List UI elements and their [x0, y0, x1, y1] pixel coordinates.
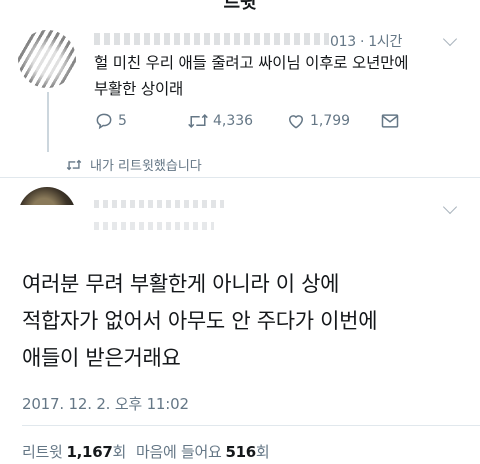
retweet-stat-count[interactable]: 1,167 [67, 443, 113, 461]
like-stat-label[interactable]: 마음에 들어요 [136, 441, 222, 462]
retweet-stat-unit: 회 [112, 443, 126, 461]
retweet-button[interactable]: 4,336 [187, 110, 253, 132]
divider [0, 177, 480, 178]
chevron-down-icon[interactable] [442, 31, 458, 47]
retweet-stat-label[interactable]: 리트윗 [22, 441, 63, 462]
page-title: 트윗 [223, 0, 257, 13]
retweet-notice: 내가 리트윗했습니다 [66, 155, 202, 174]
tweet-text-line: 애들이 받은거래요 [22, 346, 181, 370]
tweet-text-line: 여러분 무려 부활한게 아니라 이 상에 [22, 272, 340, 296]
retweet-icon [66, 159, 82, 170]
envelope-icon [381, 114, 399, 128]
avatar[interactable] [18, 30, 76, 88]
like-button[interactable]: 1,799 [286, 110, 350, 132]
retweet-count: 4,336 [213, 113, 254, 129]
retweet-notice-text: 내가 리트윗했습니다 [90, 159, 202, 174]
reply-icon [96, 113, 112, 130]
tweet-text: 헐 미친 우리 애들 줄려고 싸이님 이후로 오년만에 부활한 상이래 [94, 50, 454, 102]
reply-button[interactable]: 5 [94, 110, 127, 132]
redacted-username [94, 33, 329, 45]
tweet-timestamp[interactable]: 2017. 12. 2. 오후 11:02 [22, 393, 189, 414]
retweet-icon [188, 113, 208, 129]
redacted-username [94, 200, 224, 208]
tweet-text-line: 부활한 상이래 [94, 80, 184, 98]
tweet-meta: 013 · 1시간 [330, 34, 403, 50]
redaction-mask [14, 205, 84, 250]
tweet-text-line: 헐 미친 우리 애들 줄려고 싸이님 이후로 오년만에 [94, 54, 409, 72]
like-stat-unit: 회 [255, 443, 270, 461]
direct-message-button[interactable] [380, 110, 400, 132]
tweet-text: 여러분 무려 부활한게 아니라 이 상에 적합자가 없어서 아무도 안 주다가 … [22, 266, 462, 377]
like-stat-count[interactable]: 516 [225, 443, 256, 461]
divider [22, 425, 480, 426]
heart-icon [288, 115, 304, 129]
like-count: 1,799 [310, 113, 351, 129]
reply-count: 5 [118, 113, 127, 129]
tweet-stats: 리트윗 1,167 회 마음에 들어요 516 회 [22, 441, 270, 462]
tweet-text-line: 적합자가 없어서 아무도 안 주다가 이번에 [22, 309, 378, 333]
thread-connector [47, 92, 49, 152]
chevron-down-icon[interactable] [442, 199, 458, 215]
redacted-handle [94, 222, 214, 230]
